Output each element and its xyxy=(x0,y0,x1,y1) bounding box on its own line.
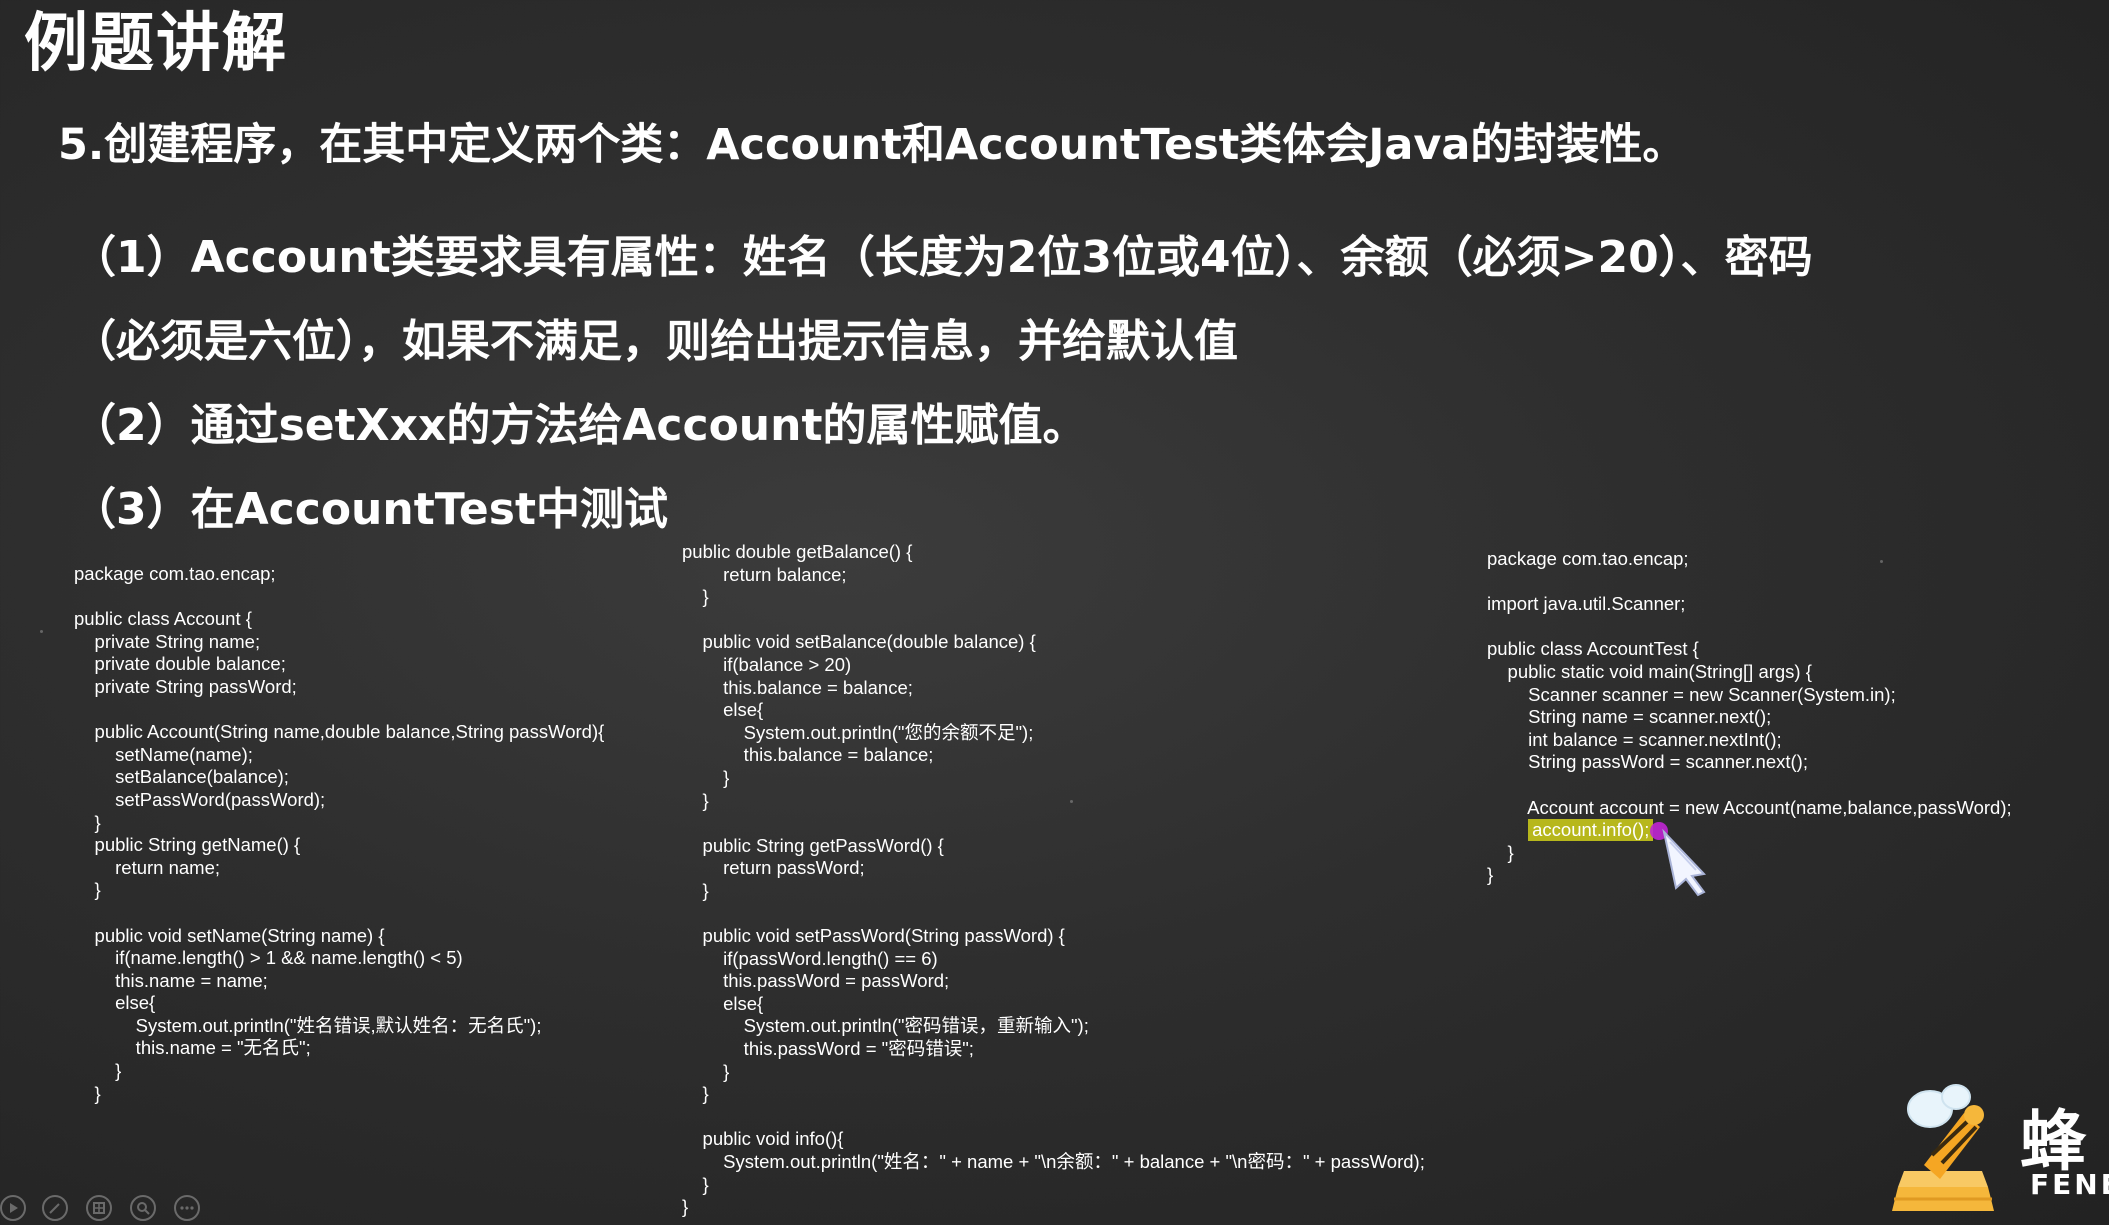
code-line: Account account = new Account(name,balan… xyxy=(1487,796,2012,818)
code-line: public void setBalance(double balance) { xyxy=(682,631,1036,653)
accounttest-class-code: package com.tao.encap; import java.util.S… xyxy=(1487,548,2012,887)
code-line: import java.util.Scanner; xyxy=(1487,593,1686,615)
code-line: String passWord = scanner.next(); xyxy=(1487,751,1808,773)
code-line-highlighted: account.info(); xyxy=(1487,819,2012,842)
code-line: } xyxy=(74,879,101,901)
presentation-toolbar xyxy=(0,1195,220,1225)
code-line: int balance = scanner.nextInt(); xyxy=(1487,728,1782,750)
grid-icon[interactable] xyxy=(86,1195,112,1221)
code-line: private double balance; xyxy=(74,653,286,675)
code-line: System.out.println("您的余额不足"); xyxy=(682,721,1034,743)
requirement-3: （3）在AccountTest中测试 xyxy=(72,484,668,535)
code-line: } xyxy=(682,1083,709,1105)
chalk-fleck xyxy=(1880,560,1883,563)
code-line: } xyxy=(74,1060,122,1082)
code-line: this.passWord = "密码错误"; xyxy=(682,1038,974,1060)
code-line: if(balance > 20) xyxy=(682,653,852,675)
code-line: return passWord; xyxy=(682,857,865,879)
account-class-code-part1: package com.tao.encap; public class Accou… xyxy=(74,563,604,1105)
requirement-1-continued: （必须是六位），如果不满足，则给出提示信息，并给默认值 xyxy=(72,316,1238,367)
slide-title: 例题讲解 xyxy=(24,7,288,81)
code-line: public String getName() { xyxy=(74,834,301,856)
code-line: } xyxy=(74,811,101,833)
code-line: return name; xyxy=(74,856,221,878)
code-line: } xyxy=(74,1082,101,1104)
code-line: public Account(String name,double balanc… xyxy=(74,721,605,743)
code-line: this.balance = balance; xyxy=(682,676,913,698)
play-icon[interactable] xyxy=(0,1195,26,1221)
code-line: } xyxy=(682,1196,689,1218)
code-line: } xyxy=(682,1173,709,1195)
code-line: } xyxy=(682,586,709,608)
code-line: private String name; xyxy=(74,630,261,652)
question-text: 5.创建程序，在其中定义两个类：Account和AccountTest类体会Ja… xyxy=(58,120,1686,170)
more-icon[interactable] xyxy=(174,1195,200,1221)
code-line: System.out.println("姓名错误,默认姓名：无名氏"); xyxy=(74,1014,542,1036)
code-line: setName(name); xyxy=(74,743,253,765)
code-line: } xyxy=(682,789,709,811)
code-line: else{ xyxy=(74,992,156,1014)
account-class-code-part2: public double getBalance() { return bala… xyxy=(682,541,1425,1219)
code-line: this.name = "无名氏"; xyxy=(74,1037,311,1059)
code-line: this.balance = balance; xyxy=(682,744,934,766)
code-line: else{ xyxy=(682,699,764,721)
code-line: this.passWord = passWord; xyxy=(682,970,950,992)
code-line: package com.tao.encap; xyxy=(74,563,276,584)
code-line: public void setName(String name) { xyxy=(74,924,385,946)
brand-logo-en: FENE xyxy=(2030,1168,2109,1201)
code-line: System.out.println("密码错误，重新输入"); xyxy=(682,1015,1089,1037)
code-line: setPassWord(passWord); xyxy=(74,788,326,810)
code-line: } xyxy=(1487,864,1494,886)
code-line: } xyxy=(1487,841,1514,863)
code-line: return balance; xyxy=(682,563,847,585)
code-line: } xyxy=(682,1060,730,1082)
chalk-fleck xyxy=(40,630,43,633)
code-line: System.out.println("姓名：" + name + "\n余额：… xyxy=(682,1151,1425,1173)
mouse-pointer-icon xyxy=(1662,828,1707,897)
code-line: if(name.length() > 1 && name.length() < … xyxy=(74,947,463,969)
code-line: public class Account { xyxy=(74,608,252,630)
code-line: } xyxy=(682,879,709,901)
code-line: this.name = name; xyxy=(74,969,268,991)
code-line: public String getPassWord() { xyxy=(682,834,944,856)
pen-icon[interactable] xyxy=(42,1195,68,1221)
code-line: String name = scanner.next(); xyxy=(1487,706,1772,728)
code-line: public double getBalance() { xyxy=(682,541,913,562)
requirement-2: （2）通过setXxx的方法给Account的属性赋值。 xyxy=(72,400,1087,451)
zoom-icon[interactable] xyxy=(130,1195,156,1221)
code-line: setBalance(balance); xyxy=(74,766,289,788)
code-line: public static void main(String[] args) { xyxy=(1487,660,1812,682)
code-line: if(passWord.length() == 6) xyxy=(682,947,938,969)
code-line: Scanner scanner = new Scanner(System.in)… xyxy=(1487,683,1896,705)
highlighted-call: account.info(); xyxy=(1528,819,1654,842)
chalk-fleck xyxy=(1070,800,1073,803)
code-line: private String passWord; xyxy=(74,675,297,697)
code-line: public void setPassWord(String passWord)… xyxy=(682,925,1065,947)
code-line: public class AccountTest { xyxy=(1487,638,1699,660)
code-line: else{ xyxy=(682,992,764,1014)
requirement-1: （1）Account类要求具有属性：姓名（长度为2位3位或4位）、余额（必须>2… xyxy=(72,232,1813,283)
code-line: } xyxy=(682,766,730,788)
code-line: public void info(){ xyxy=(682,1128,844,1150)
code-line: package com.tao.encap; xyxy=(1487,548,1689,569)
